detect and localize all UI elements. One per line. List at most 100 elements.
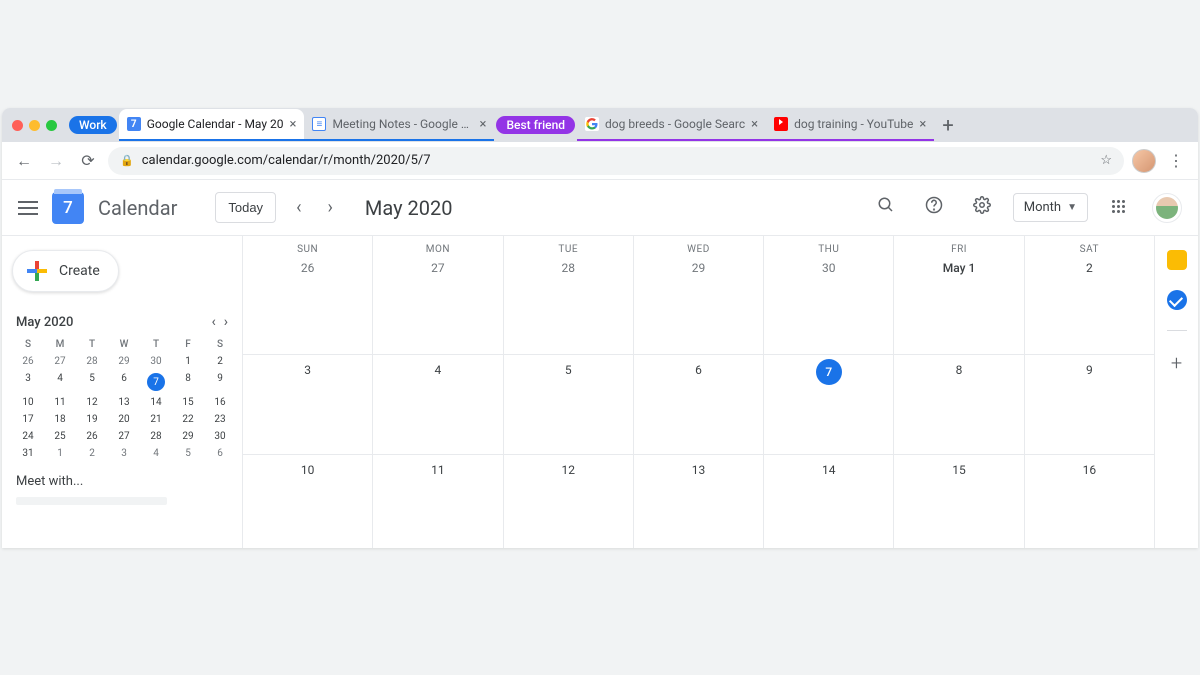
mini-calendar[interactable]: SMTWTFS262728293012345678910111213141516… bbox=[12, 336, 236, 462]
date-cell[interactable]: 13 bbox=[633, 455, 763, 548]
date-cell[interactable]: 10 bbox=[242, 455, 372, 548]
mini-day[interactable]: 5 bbox=[76, 370, 108, 394]
date-cell[interactable]: 5 bbox=[503, 355, 633, 455]
tab-meeting-notes[interactable]: ≡ Meeting Notes - Google Do × bbox=[304, 109, 494, 141]
date-cell[interactable]: 14 bbox=[763, 455, 893, 548]
tab-close-icon[interactable]: × bbox=[290, 117, 297, 132]
date-cell[interactable]: 9 bbox=[1024, 355, 1154, 455]
mini-day[interactable]: 28 bbox=[140, 428, 172, 445]
mini-day[interactable]: 30 bbox=[204, 428, 236, 445]
mini-day[interactable]: 7 bbox=[140, 370, 172, 394]
date-cell[interactable]: 3 bbox=[242, 355, 372, 455]
create-button[interactable]: Create bbox=[12, 250, 119, 292]
mini-day[interactable]: 3 bbox=[12, 370, 44, 394]
chrome-profile-avatar[interactable] bbox=[1132, 149, 1156, 173]
mini-day[interactable]: 10 bbox=[12, 394, 44, 411]
google-apps-button[interactable] bbox=[1112, 200, 1128, 216]
mini-day[interactable]: 22 bbox=[172, 411, 204, 428]
date-cell[interactable]: 6 bbox=[633, 355, 763, 455]
mini-day[interactable]: 16 bbox=[204, 394, 236, 411]
date-cell[interactable]: 4 bbox=[372, 355, 502, 455]
settings-button[interactable] bbox=[965, 196, 999, 219]
new-tab-button[interactable]: + bbox=[934, 113, 961, 137]
mini-next-button[interactable]: › bbox=[224, 314, 228, 330]
date-cell[interactable]: 2 bbox=[1024, 255, 1154, 355]
mini-day[interactable]: 4 bbox=[44, 370, 76, 394]
mini-day[interactable]: 9 bbox=[204, 370, 236, 394]
next-period-button[interactable]: › bbox=[321, 197, 338, 218]
mini-day[interactable]: 27 bbox=[44, 353, 76, 370]
meet-with-input[interactable] bbox=[16, 497, 167, 505]
mini-day[interactable]: 11 bbox=[44, 394, 76, 411]
mini-day[interactable]: 13 bbox=[108, 394, 140, 411]
mini-day[interactable]: 31 bbox=[12, 445, 44, 462]
mini-day[interactable]: 8 bbox=[172, 370, 204, 394]
mini-day[interactable]: 1 bbox=[172, 353, 204, 370]
back-button[interactable]: ← bbox=[12, 151, 36, 171]
mini-day[interactable]: 19 bbox=[76, 411, 108, 428]
mini-day[interactable]: 25 bbox=[44, 428, 76, 445]
date-cell[interactable]: 8 bbox=[893, 355, 1023, 455]
add-ons-button[interactable]: + bbox=[1171, 351, 1182, 375]
mini-day[interactable]: 26 bbox=[76, 428, 108, 445]
mini-day[interactable]: 17 bbox=[12, 411, 44, 428]
view-selector[interactable]: Month ▼ bbox=[1013, 193, 1088, 222]
mini-day[interactable]: 6 bbox=[108, 370, 140, 394]
date-cell[interactable]: 12 bbox=[503, 455, 633, 548]
mini-day[interactable]: 30 bbox=[140, 353, 172, 370]
mini-day[interactable]: 28 bbox=[76, 353, 108, 370]
mini-day[interactable]: 3 bbox=[108, 445, 140, 462]
mini-day[interactable]: 15 bbox=[172, 394, 204, 411]
mini-day[interactable]: 4 bbox=[140, 445, 172, 462]
account-avatar[interactable] bbox=[1152, 193, 1182, 223]
date-cell[interactable]: 28 bbox=[503, 255, 633, 355]
mini-day[interactable]: 12 bbox=[76, 394, 108, 411]
mini-day[interactable]: 21 bbox=[140, 411, 172, 428]
mini-day[interactable]: 29 bbox=[172, 428, 204, 445]
mini-day[interactable]: 6 bbox=[204, 445, 236, 462]
tab-dog-training[interactable]: dog training - YouTube × bbox=[766, 109, 934, 141]
tab-dog-breeds[interactable]: dog breeds - Google Searc × bbox=[577, 109, 766, 141]
mini-day[interactable]: 2 bbox=[76, 445, 108, 462]
mini-day[interactable]: 2 bbox=[204, 353, 236, 370]
mini-day[interactable]: 26 bbox=[12, 353, 44, 370]
tab-close-icon[interactable]: × bbox=[919, 117, 926, 132]
mini-day[interactable]: 23 bbox=[204, 411, 236, 428]
window-minimize-button[interactable] bbox=[29, 120, 40, 131]
search-button[interactable] bbox=[869, 196, 903, 219]
date-cell[interactable]: 15 bbox=[893, 455, 1023, 548]
prev-period-button[interactable]: ‹ bbox=[290, 197, 307, 218]
address-bar[interactable]: 🔒 calendar.google.com/calendar/r/month/2… bbox=[108, 147, 1124, 175]
forward-button[interactable]: → bbox=[44, 151, 68, 171]
mini-prev-button[interactable]: ‹ bbox=[211, 314, 215, 330]
date-cell[interactable]: May 1 bbox=[893, 255, 1023, 355]
mini-day[interactable]: 14 bbox=[140, 394, 172, 411]
mini-day[interactable]: 5 bbox=[172, 445, 204, 462]
date-cell[interactable]: 16 bbox=[1024, 455, 1154, 548]
tab-close-icon[interactable]: × bbox=[751, 117, 758, 132]
keep-icon[interactable] bbox=[1167, 250, 1187, 270]
reload-button[interactable]: ⟳ bbox=[76, 151, 100, 170]
main-menu-button[interactable] bbox=[18, 201, 38, 215]
tab-close-icon[interactable]: × bbox=[480, 117, 487, 132]
tab-google-calendar[interactable]: 7 Google Calendar - May 20 × bbox=[119, 109, 305, 141]
mini-day[interactable]: 20 bbox=[108, 411, 140, 428]
tab-group-work[interactable]: Work bbox=[69, 116, 117, 134]
date-cell[interactable]: 29 bbox=[633, 255, 763, 355]
date-cell[interactable]: 11 bbox=[372, 455, 502, 548]
tasks-icon[interactable] bbox=[1167, 290, 1187, 310]
bookmark-star-icon[interactable]: ☆ bbox=[1100, 153, 1112, 168]
mini-day[interactable]: 29 bbox=[108, 353, 140, 370]
support-button[interactable] bbox=[917, 196, 951, 219]
window-zoom-button[interactable] bbox=[46, 120, 57, 131]
mini-day[interactable]: 1 bbox=[44, 445, 76, 462]
window-close-button[interactable] bbox=[12, 120, 23, 131]
mini-day[interactable]: 24 bbox=[12, 428, 44, 445]
date-cell[interactable]: 30 bbox=[763, 255, 893, 355]
tab-group-best-friend[interactable]: Best friend bbox=[496, 116, 575, 134]
date-cell[interactable]: 7 bbox=[763, 355, 893, 455]
date-cell[interactable]: 26 bbox=[242, 255, 372, 355]
date-cell[interactable]: 27 bbox=[372, 255, 502, 355]
chrome-menu-button[interactable]: ⋮ bbox=[1164, 151, 1188, 170]
mini-day[interactable]: 27 bbox=[108, 428, 140, 445]
